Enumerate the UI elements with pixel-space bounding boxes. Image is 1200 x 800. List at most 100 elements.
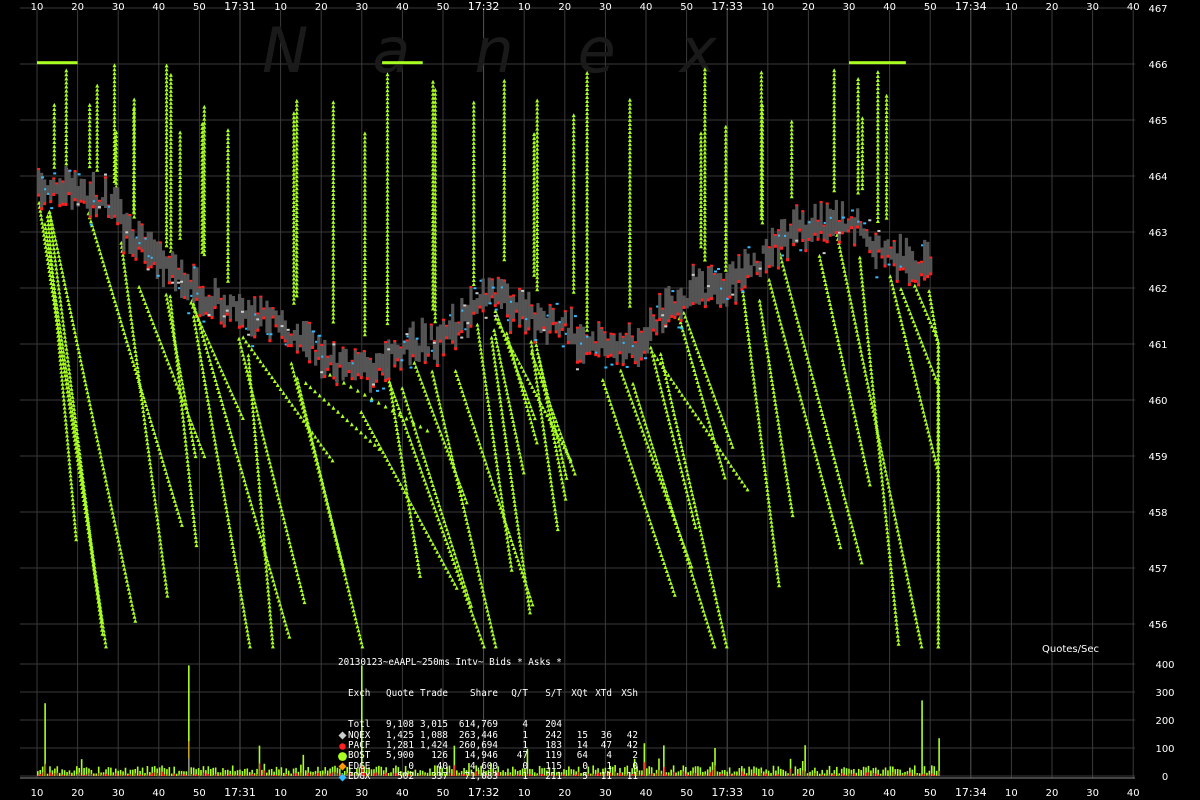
bid-ask-bar	[73, 171, 77, 200]
bost-streak	[757, 298, 795, 518]
pacf-mark	[204, 311, 208, 315]
bid-ask-bar	[883, 240, 887, 266]
legend-header-cell: XQt	[571, 688, 588, 700]
x-tick-top: 30	[843, 2, 856, 13]
quotes-bar-pacf	[156, 772, 159, 776]
nqex-mark	[877, 229, 881, 232]
nqex-mark	[332, 343, 336, 346]
pacf-mark	[907, 283, 911, 287]
bid-ask-bar	[228, 294, 233, 320]
bost-streak	[585, 70, 590, 332]
pacf-mark	[37, 193, 40, 197]
pacf-mark	[253, 335, 257, 339]
bost-streak	[860, 116, 865, 191]
bid-ask-bar	[850, 217, 854, 228]
pacf-mark	[502, 279, 506, 282]
pacf-mark	[362, 349, 366, 352]
bost-streak	[571, 113, 576, 294]
edgx-mark	[671, 290, 675, 293]
pacf-mark	[125, 235, 129, 239]
quotes-bar-pacf	[147, 774, 149, 776]
quotes-bar	[209, 769, 212, 776]
x-tick-top: 30	[355, 2, 368, 13]
pacf-mark	[131, 229, 135, 232]
pacf-mark	[177, 267, 181, 270]
pacf-mark	[469, 324, 473, 328]
quotes-bar-pacf	[739, 775, 741, 776]
quotes-bar	[887, 770, 889, 776]
nqex-mark	[320, 371, 324, 374]
quotes-per-sec-label: Quotes/Sec	[1042, 644, 1099, 655]
pacf-mark	[825, 202, 829, 205]
pacf-mark	[140, 249, 144, 253]
y-tick-price: 466	[1148, 60, 1167, 71]
bid-ask-bar	[904, 237, 909, 274]
bid-ask-bar	[237, 293, 242, 327]
pacf-mark	[892, 263, 896, 267]
pacf-mark	[746, 275, 750, 279]
bost-streak	[502, 78, 507, 262]
pacf-mark	[913, 279, 917, 283]
pacf-mark	[103, 176, 107, 179]
quotes-bar-pacf	[69, 774, 71, 776]
bid-ask-bar	[399, 347, 403, 369]
quotes-bar	[921, 700, 923, 776]
bost-streak	[681, 310, 735, 449]
bost-streak	[888, 274, 941, 649]
bid-ask-bar	[667, 285, 671, 321]
bid-ask-bar	[262, 308, 266, 318]
bid-ask-bar	[603, 332, 607, 357]
bid-ask-bar	[414, 339, 418, 362]
quotes-bar	[73, 770, 76, 776]
bid-ask-bar	[445, 325, 449, 338]
pacf-mark	[326, 355, 330, 358]
bid-ask-bar	[265, 300, 269, 333]
bid-ask-bar	[655, 320, 659, 334]
bid-ask-bar	[286, 331, 290, 346]
x-tick-bottom: 17:34	[955, 786, 987, 799]
nqex-mark	[493, 314, 497, 317]
y-tick-price: 459	[1148, 452, 1167, 463]
pacf-mark	[789, 223, 793, 226]
bid-ask-bar	[530, 305, 534, 320]
pacf-mark	[365, 377, 369, 381]
quotes-bar-pacf	[49, 772, 51, 776]
pacf-mark	[201, 285, 205, 288]
x-tick-top: 50	[924, 2, 937, 13]
pacf-mark	[776, 266, 780, 270]
bost-streak	[699, 131, 703, 249]
bid-ask-bar	[259, 296, 263, 327]
quotes-bar-nqex	[916, 775, 918, 776]
quotes-bar-pacf	[115, 773, 117, 776]
quotes-bar-pacf	[761, 773, 763, 776]
bid-ask-bar	[652, 315, 656, 330]
bid-ask-bar	[837, 220, 842, 242]
quotes-bar	[192, 767, 195, 776]
edgx-mark	[887, 263, 891, 266]
bost-streak	[178, 130, 183, 240]
bid-ask-bar	[734, 268, 738, 303]
bost-streak	[385, 72, 390, 326]
bid-ask-bar	[898, 233, 902, 269]
bid-ask-bar	[725, 272, 729, 307]
nqex-mark	[837, 231, 841, 234]
x-tick-top: 20	[1046, 2, 1059, 13]
y-tick-price: 463	[1148, 228, 1167, 239]
x-tick-top: 20	[802, 2, 815, 13]
edgx-mark	[610, 363, 614, 366]
pacf-mark	[82, 200, 86, 204]
y-tick-price: 467	[1148, 4, 1167, 15]
bid-ask-bar	[426, 346, 430, 355]
quotes-bar-pacf	[797, 773, 799, 776]
pacf-mark	[542, 326, 546, 330]
pacf-mark	[874, 232, 878, 235]
bid-ask-bar	[813, 203, 817, 234]
bid-ask-bar	[752, 252, 756, 267]
pacf-mark	[493, 292, 497, 295]
x-tick-top: 20	[71, 2, 84, 13]
bid-ask-bar	[642, 327, 647, 352]
edgx-mark	[77, 173, 81, 176]
bid-ask-bar	[609, 333, 613, 355]
pacf-mark	[709, 264, 713, 267]
quotes-bar-nqex	[207, 774, 209, 776]
